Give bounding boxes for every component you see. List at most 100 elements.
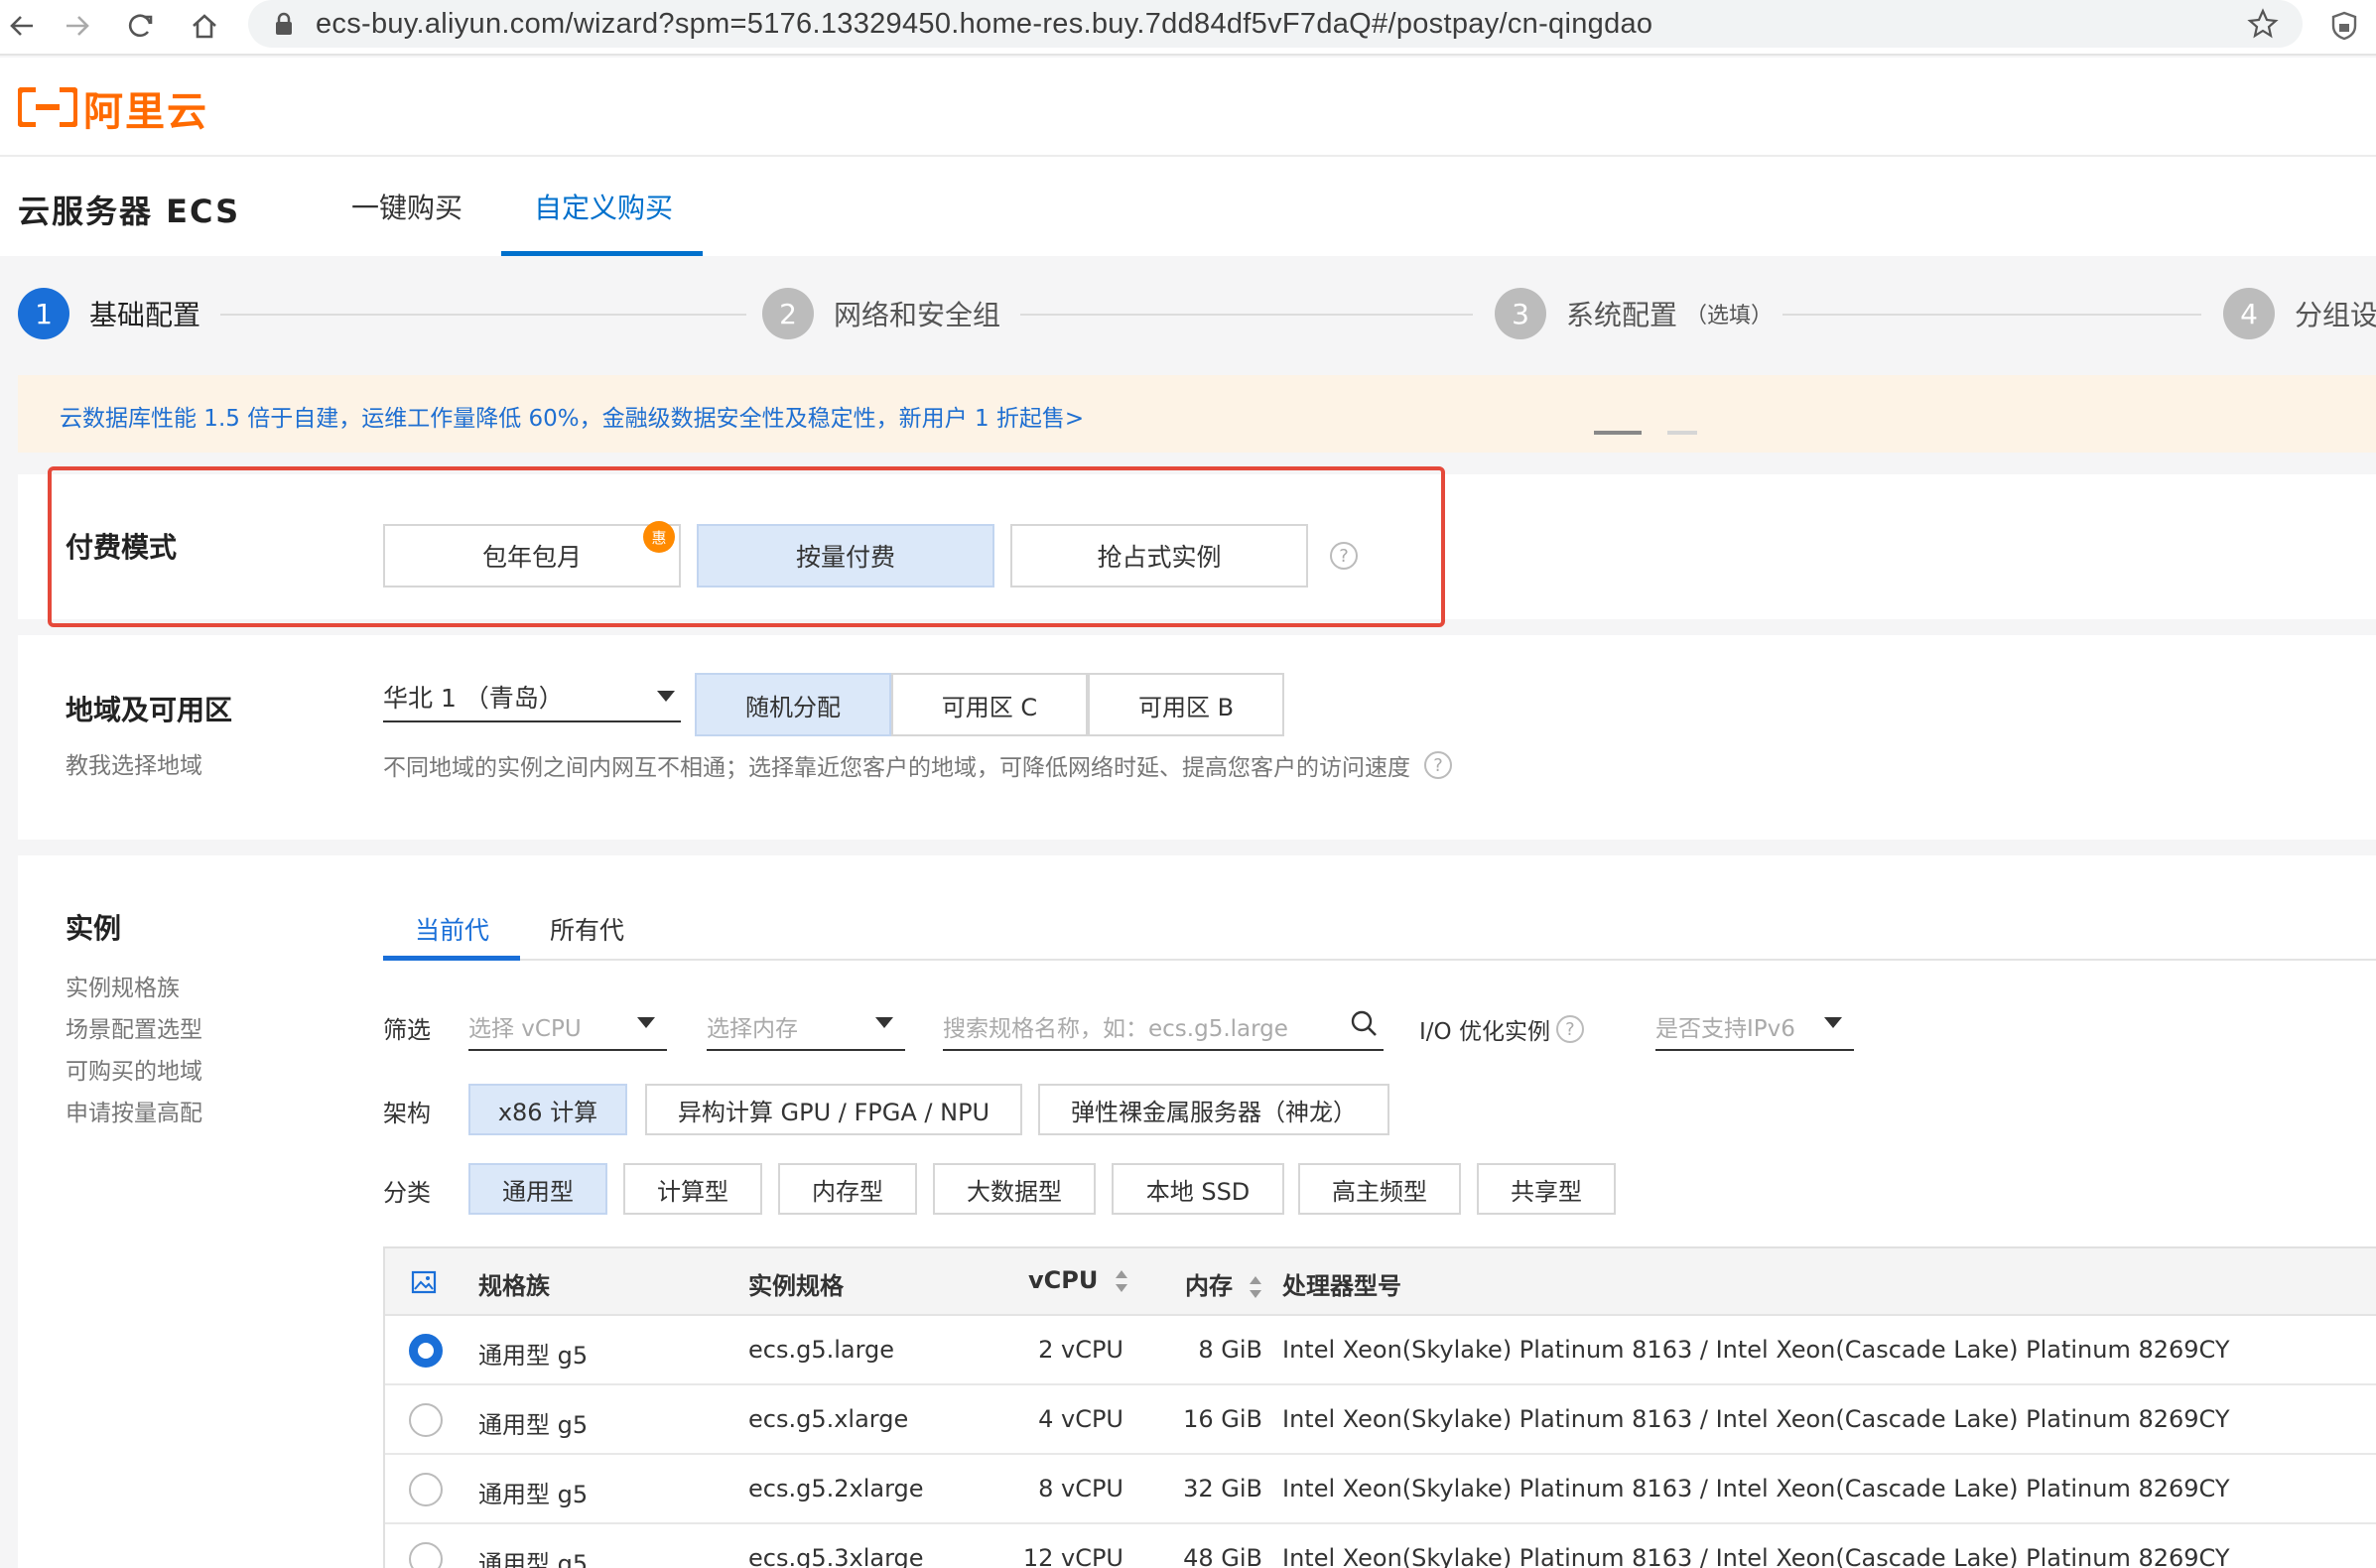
step-connector <box>1020 314 1473 316</box>
site-header: 阿里云 <box>0 58 2376 157</box>
home-icon[interactable] <box>183 4 226 48</box>
chevron-down-icon <box>875 1017 893 1028</box>
product-title: 云服务器 ECS <box>18 193 241 230</box>
vcpu-select[interactable]: 选择 vCPU <box>468 999 667 1051</box>
header-vcpu-label: vCPU <box>1028 1266 1099 1294</box>
filter-label: 筛选 <box>383 1016 431 1044</box>
category-label: 分类 <box>383 1179 431 1207</box>
ipv6-select[interactable]: 是否支持IPv6 <box>1655 999 1854 1051</box>
step-number: 2 <box>762 288 814 339</box>
region-section: 地域及可用区 教我选择地域 华北 1 （青岛） 随机分配 可用区 C 可用区 B… <box>18 635 2376 840</box>
category-shared-chip[interactable]: 共享型 <box>1477 1163 1616 1215</box>
ipv6-placeholder: 是否支持IPv6 <box>1655 1016 1795 1042</box>
step-connector <box>1782 314 2201 316</box>
step-basic-config[interactable]: 1 基础配置 <box>18 288 200 339</box>
chip-label: x86 计算 <box>497 1098 598 1126</box>
zone-random-button[interactable]: 随机分配 <box>695 673 891 736</box>
url-text: ecs-buy.aliyun.com/wizard?spm=5176.13329… <box>316 7 1653 40</box>
step-group-settings[interactable]: 4 分组设 <box>2223 288 2376 339</box>
row-radio[interactable] <box>409 1334 443 1368</box>
tab-all-generations[interactable]: 所有代 <box>550 911 624 947</box>
chip-label: 大数据型 <box>967 1177 1062 1206</box>
image-icon[interactable] <box>411 1270 437 1294</box>
memory-placeholder: 选择内存 <box>707 1016 798 1042</box>
reload-icon[interactable] <box>119 4 163 48</box>
category-local-ssd-chip[interactable]: 本地 SSD <box>1112 1163 1284 1215</box>
table-header: 规格族 实例规格 vCPU 内存 处理器型号 <box>385 1248 2376 1316</box>
promo-banner: 云数据库性能 1.5 倍于自建，运维工作量降低 60%，金融级数据安全性及稳定性… <box>18 375 2376 453</box>
category-compute-chip[interactable]: 计算型 <box>623 1163 762 1215</box>
cell-vcpu: 8 vCPU <box>1038 1475 1123 1503</box>
header-memory[interactable]: 内存 <box>1185 1266 1262 1301</box>
region-guide-link[interactable]: 教我选择地域 <box>66 746 202 780</box>
zone-c-button[interactable]: 可用区 C <box>891 673 1088 736</box>
promo-link[interactable]: 云数据库性能 1.5 倍于自建，运维工作量降低 60%，金融级数据安全性及稳定性… <box>60 399 1084 433</box>
active-tab-indicator <box>383 956 520 961</box>
table-row[interactable]: 通用型 g5 ecs.g5.large 2 vCPU 8 GiB Intel X… <box>385 1316 2376 1385</box>
sort-icon <box>1115 1270 1127 1292</box>
cell-memory: 48 GiB <box>1183 1544 1262 1568</box>
step-system-config[interactable]: 3 系统配置 （选填） <box>1495 288 1773 339</box>
step-label: 网络和安全组 <box>834 299 1001 331</box>
scenario-selection-link[interactable]: 场景配置选型 <box>66 1010 202 1044</box>
tab-custom-buy[interactable]: 自定义购买 <box>534 187 673 226</box>
memory-select[interactable]: 选择内存 <box>707 999 905 1051</box>
vcpu-placeholder: 选择 vCPU <box>468 1016 582 1042</box>
region-title: 地域及可用区 <box>66 694 233 726</box>
zone-label: 可用区 B <box>1137 693 1235 721</box>
arch-x86-chip[interactable]: x86 计算 <box>468 1084 627 1135</box>
arch-heterogeneous-chip[interactable]: 异构计算 GPU / FPGA / NPU <box>645 1084 1022 1135</box>
apply-quota-link[interactable]: 申请按量高配 <box>66 1094 202 1127</box>
cell-memory: 32 GiB <box>1183 1475 1262 1503</box>
extension-shield-icon[interactable] <box>2322 4 2366 48</box>
address-bar[interactable]: ecs-buy.aliyun.com/wizard?spm=5176.13329… <box>248 0 2303 48</box>
arch-label: 架构 <box>383 1100 431 1127</box>
aliyun-logo-text[interactable]: 阿里云 <box>83 79 208 137</box>
available-regions-link[interactable]: 可购买的地域 <box>66 1052 202 1086</box>
category-general-chip[interactable]: 通用型 <box>468 1163 607 1215</box>
category-bigdata-chip[interactable]: 大数据型 <box>933 1163 1096 1215</box>
region-select-value: 华北 1 （青岛） <box>383 684 564 713</box>
tab-quick-buy[interactable]: 一键购买 <box>351 187 462 226</box>
cell-processor: Intel Xeon(Skylake) Platinum 8163 / Inte… <box>1282 1544 2230 1568</box>
chevron-down-icon <box>1824 1017 1842 1028</box>
help-icon[interactable]: ? <box>1555 1015 1584 1043</box>
search-icon[interactable] <box>1350 1009 1378 1037</box>
carousel-indicator[interactable] <box>1667 431 1697 435</box>
carousel-indicator-active[interactable] <box>1594 431 1642 435</box>
row-radio[interactable] <box>409 1473 443 1506</box>
cell-vcpu: 2 vCPU <box>1038 1336 1123 1364</box>
instance-family-link[interactable]: 实例规格族 <box>66 969 180 1002</box>
chip-label: 计算型 <box>657 1177 728 1206</box>
cell-spec: ecs.g5.2xlarge <box>748 1475 924 1503</box>
aliyun-logo-icon[interactable] <box>18 87 77 127</box>
cell-vcpu: 12 vCPU <box>1022 1544 1123 1568</box>
category-high-freq-chip[interactable]: 高主频型 <box>1298 1163 1461 1215</box>
row-radio[interactable] <box>409 1403 443 1437</box>
forward-icon[interactable] <box>56 4 99 48</box>
cell-vcpu: 4 vCPU <box>1038 1405 1123 1433</box>
header-vcpu[interactable]: vCPU <box>1028 1266 1128 1294</box>
tab-current-generation[interactable]: 当前代 <box>415 911 489 947</box>
category-memory-chip[interactable]: 内存型 <box>778 1163 917 1215</box>
spec-search-input[interactable]: 搜索规格名称，如：ecs.g5.large <box>943 999 1384 1051</box>
header-spec: 实例规格 <box>748 1272 844 1300</box>
io-optimized-label: I/O 优化实例 ? <box>1419 1012 1584 1046</box>
help-icon[interactable]: ? <box>1424 751 1452 779</box>
back-icon[interactable] <box>0 4 44 48</box>
table-row[interactable]: 通用型 g5 ecs.g5.3xlarge 12 vCPU 48 GiB Int… <box>385 1524 2376 1568</box>
region-select[interactable]: 华北 1 （青岛） <box>383 671 681 722</box>
zone-b-button[interactable]: 可用区 B <box>1088 673 1284 736</box>
cell-spec: ecs.g5.3xlarge <box>748 1544 924 1568</box>
cell-spec: ecs.g5.large <box>748 1336 895 1364</box>
step-label: 基础配置 <box>89 299 201 331</box>
bookmark-star-icon[interactable] <box>2247 8 2279 40</box>
instance-section: 实例 实例规格族 场景配置选型 可购买的地域 申请按量高配 当前代 所有代 筛选… <box>18 855 2376 1568</box>
chip-label: 异构计算 GPU / FPGA / NPU <box>677 1098 990 1126</box>
table-row[interactable]: 通用型 g5 ecs.g5.2xlarge 8 vCPU 32 GiB Inte… <box>385 1455 2376 1524</box>
table-row[interactable]: 通用型 g5 ecs.g5.xlarge 4 vCPU 16 GiB Intel… <box>385 1385 2376 1455</box>
header-processor: 处理器型号 <box>1282 1272 1401 1300</box>
step-network-security[interactable]: 2 网络和安全组 <box>762 288 1000 339</box>
row-radio[interactable] <box>409 1542 443 1568</box>
arch-bare-metal-chip[interactable]: 弹性裸金属服务器（神龙） <box>1038 1084 1389 1135</box>
